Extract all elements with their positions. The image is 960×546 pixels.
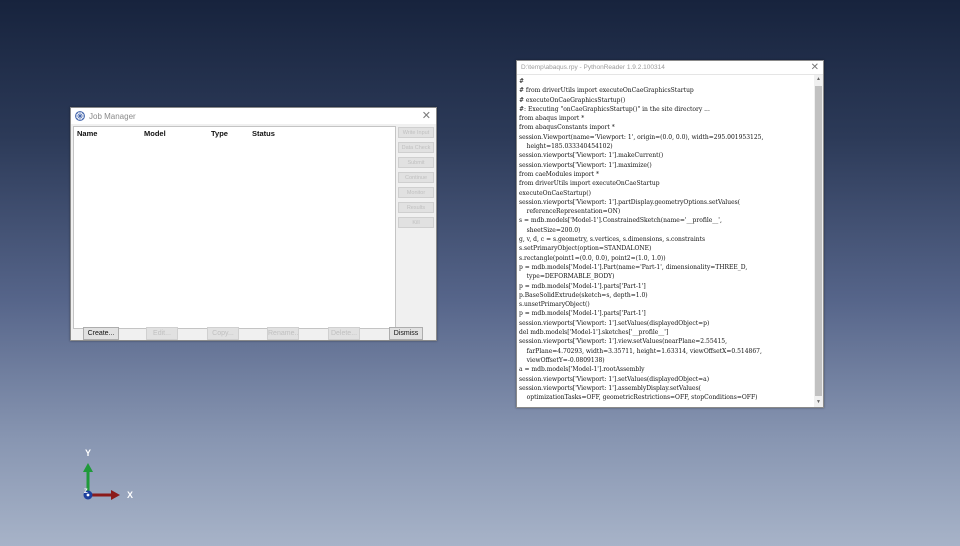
- python-reader-window: D:\temp\abaqus.rpy - PythonReader 1.9.2.…: [516, 60, 824, 408]
- script-line: session.viewports['Viewport: 1'].makeCur…: [519, 152, 664, 160]
- script-line: referenceRepresentation=ON): [519, 208, 621, 216]
- rename-button[interactable]: Rename...: [267, 327, 299, 340]
- script-line: session.viewports['Viewport: 1'].setValu…: [519, 319, 710, 327]
- job-table[interactable]: Name Model Type Status: [73, 126, 396, 329]
- column-header-model[interactable]: Model: [144, 129, 166, 138]
- script-line: sheetSize=200.0): [519, 226, 581, 234]
- script-line: session.viewports['Viewport: 1'].assembl…: [519, 384, 702, 392]
- script-line: session.viewports['Viewport: 1'].setValu…: [519, 375, 710, 383]
- script-line: del mdb.models['Model-1'].sketches['__pr…: [519, 329, 669, 337]
- kill-button[interactable]: Kill: [398, 217, 434, 228]
- copy-button[interactable]: Copy...: [207, 327, 239, 340]
- script-line: p.BaseSolidExtrude(sketch=s, depth=1.0): [519, 291, 648, 299]
- vertical-scrollbar[interactable]: ▲ ▼: [814, 75, 823, 407]
- script-line: from caeModules import *: [519, 170, 599, 178]
- job-manager-dialog: Job Manager ✕ Name Model Type Status Wri…: [70, 107, 437, 341]
- column-header-type[interactable]: Type: [211, 129, 228, 138]
- script-line: executeOnCaeStartup(): [519, 189, 591, 197]
- x-axis-label: X: [127, 490, 134, 500]
- script-line: a = mdb.models['Model-1'].rootAssembly: [519, 366, 645, 374]
- create-button[interactable]: Create...: [83, 327, 119, 340]
- scrollbar-thumb[interactable]: [815, 86, 822, 396]
- scroll-up-arrow-icon[interactable]: ▲: [814, 75, 823, 84]
- column-header-name[interactable]: Name: [77, 129, 97, 138]
- delete-button[interactable]: Delete...: [328, 327, 360, 340]
- script-line: g, v, d, c = s.geometry, s.vertices, s.d…: [519, 236, 706, 244]
- coordinate-triad: Y X Z: [78, 445, 142, 509]
- script-line: p = mdb.models['Model-1'].parts['Part-1'…: [519, 282, 646, 290]
- dismiss-button[interactable]: Dismiss: [389, 327, 423, 340]
- script-line: # from driverUtils import executeOnCaeGr…: [519, 87, 694, 95]
- script-line: s.rectangle(point1=(0.0, 0.0), point2=(1…: [519, 254, 666, 262]
- script-line: #: [519, 78, 525, 85]
- script-line: type=DEFORMABLE_BODY): [519, 273, 615, 281]
- script-line: p = mdb.models['Model-1'].Part(name='Par…: [519, 263, 748, 271]
- scroll-down-arrow-icon[interactable]: ▼: [814, 398, 823, 407]
- script-line: height=185.033340454102): [519, 143, 613, 151]
- write-input-button[interactable]: Write Input: [398, 127, 434, 138]
- edit-button[interactable]: Edit...: [146, 327, 178, 340]
- python-reader-titlebar[interactable]: D:\temp\abaqus.rpy - PythonReader 1.9.2.…: [517, 61, 823, 75]
- script-line: session.viewports['Viewport: 1'].maximiz…: [519, 161, 652, 169]
- script-line: viewOffsetY=-0.0809138): [519, 356, 605, 364]
- script-line: session.Viewport(name='Viewport: 1', ori…: [519, 133, 764, 141]
- script-line: optimizationTasks=OFF, geometricRestrict…: [519, 394, 758, 402]
- script-line: # executeOnCaeGraphicsStartup(): [519, 96, 626, 104]
- monitor-button[interactable]: Monitor: [398, 187, 434, 198]
- script-line: session.viewports['Viewport: 1'].partDis…: [519, 198, 741, 206]
- script-text-area[interactable]: # # from driverUtils import executeOnCaeG…: [519, 77, 812, 407]
- script-line: from driverUtils import executeOnCaeStar…: [519, 180, 660, 188]
- results-button[interactable]: Results: [398, 202, 434, 213]
- submit-button[interactable]: Submit: [398, 157, 434, 168]
- job-manager-title: Job Manager: [89, 111, 136, 121]
- abaqus-logo-icon: [75, 111, 85, 121]
- job-manager-titlebar[interactable]: Job Manager ✕: [71, 108, 436, 124]
- close-icon[interactable]: ✕: [811, 61, 819, 74]
- continue-button[interactable]: Continue: [398, 172, 434, 183]
- script-line: s.setPrimaryObject(option=STANDALONE): [519, 245, 652, 253]
- close-icon[interactable]: ✕: [422, 109, 431, 123]
- column-header-status[interactable]: Status: [252, 129, 275, 138]
- script-line: #: Executing "onCaeGraphicsStartup()" in…: [519, 105, 710, 113]
- script-line: s = mdb.models['Model-1'].ConstrainedSke…: [519, 217, 722, 225]
- data-check-button[interactable]: Data Check: [398, 142, 434, 153]
- script-line: farPlane=4.70293, width=3.35711, height=…: [519, 347, 762, 355]
- python-reader-title: D:\temp\abaqus.rpy - PythonReader 1.9.2.…: [521, 64, 665, 71]
- script-line: s.unsetPrimaryObject(): [519, 301, 590, 309]
- script-line: p = mdb.models['Model-1'].parts['Part-1'…: [519, 310, 646, 318]
- script-line: session.viewports['Viewport: 1'].view.se…: [519, 338, 727, 346]
- script-line: from abaqusConstants import *: [519, 124, 615, 132]
- z-axis-label: Z: [84, 489, 88, 495]
- y-axis-label: Y: [85, 448, 92, 458]
- script-line: from abaqus import *: [519, 115, 585, 123]
